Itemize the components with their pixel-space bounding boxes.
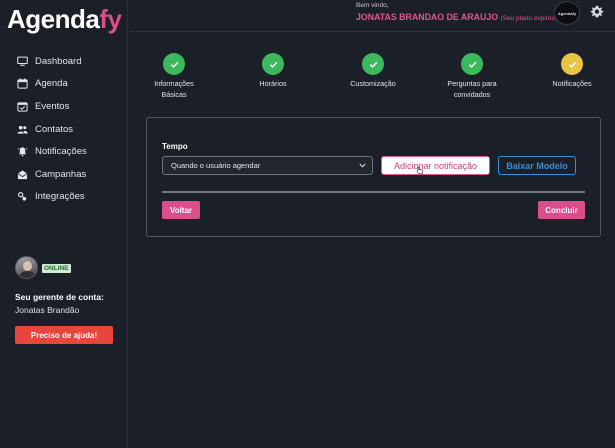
logo[interactable]: Agendafy — [7, 4, 122, 35]
step-label: Notificações — [552, 79, 592, 88]
help-button[interactable]: Preciso de ajuda! — [15, 326, 113, 344]
chevron-down-icon — [359, 163, 366, 168]
manager-title: Seu gerente de conta: — [15, 292, 104, 302]
sidebar-item-contatos[interactable]: Contatos — [0, 118, 128, 141]
tempo-select-value: Quando o usuário agendar — [171, 161, 261, 170]
step-done-indicator — [262, 53, 284, 75]
sidebar-item-label: Notificações — [35, 146, 87, 158]
brand-avatar[interactable]: Agendafy — [554, 1, 580, 25]
sidebar-item-dashboard[interactable]: Dashboard — [0, 50, 128, 73]
finish-button[interactable]: Concluir — [538, 201, 585, 219]
step-horarios[interactable]: Horários — [233, 53, 313, 89]
back-button[interactable]: Voltar — [162, 201, 200, 219]
download-model-button[interactable]: Baixar Modelo — [498, 156, 576, 175]
sidebar: Agendafy Dashboard Agenda Eventos Contat… — [0, 0, 128, 448]
sidebar-nav: Dashboard Agenda Eventos Contatos Notifi… — [0, 50, 128, 208]
step-label: Horários — [259, 79, 287, 88]
step-perguntas-para-convidados[interactable]: Perguntas para convidados — [432, 53, 512, 100]
sidebar-item-label: Contatos — [35, 123, 74, 135]
sidebar-item-campanhas[interactable]: Campanhas — [0, 163, 128, 186]
calendar-check-icon — [16, 100, 28, 112]
online-badge: ONLINE — [42, 264, 71, 273]
sidebar-item-label: Integrações — [35, 191, 85, 203]
sidebar-item-label: Agenda — [35, 78, 68, 90]
welcome-text: Bem vindo, — [356, 2, 389, 9]
monitor-icon — [16, 55, 28, 67]
people-icon — [16, 123, 28, 135]
logo-main-text: Agenda — [7, 4, 100, 34]
step-label: Customização — [350, 79, 396, 88]
divider — [162, 191, 585, 193]
sidebar-item-label: Dashboard — [35, 55, 82, 67]
step-customizacao[interactable]: Customização — [333, 53, 413, 89]
tempo-label: Tempo — [162, 142, 188, 151]
integration-icon — [16, 191, 28, 203]
wizard-stepper: Informações Básicas Horários Customizaçã… — [129, 53, 615, 103]
check-icon — [568, 61, 576, 68]
account-manager: ONLINE Seu gerente de conta: Jonatas Bra… — [15, 256, 120, 344]
step-notificacoes[interactable]: Notificações — [532, 53, 612, 89]
manager-avatar — [15, 256, 38, 279]
sidebar-item-integracoes[interactable]: Integrações — [0, 186, 128, 209]
step-done-indicator — [163, 53, 185, 75]
sidebar-item-label: Eventos — [35, 100, 70, 112]
brand-badge-text: Agendafy — [557, 10, 577, 16]
step-done-indicator — [362, 53, 384, 75]
step-label: Informações Básicas — [154, 79, 194, 99]
calendar-icon — [16, 78, 28, 90]
top-bar: Bem vindo, JONATAS BRANDAO DE ARAUJO (Se… — [129, 0, 615, 32]
plan-status[interactable]: (Seu plano expirou) — [501, 15, 558, 22]
sidebar-item-eventos[interactable]: Eventos — [0, 95, 128, 118]
notification-form-card: Tempo Quando o usuário agendar Adicionar… — [146, 117, 601, 237]
user-name-text: JONATAS BRANDAO DE ARAUJO — [356, 12, 499, 22]
sidebar-item-notificacoes[interactable]: Notificações — [0, 140, 128, 163]
user-name: JONATAS BRANDAO DE ARAUJO (Seu plano exp… — [356, 12, 557, 22]
check-icon — [170, 61, 178, 68]
step-label: Perguntas para convidados — [447, 79, 497, 99]
step-done-indicator — [461, 53, 483, 75]
hand-cursor-icon — [416, 166, 424, 174]
sidebar-item-label: Campanhas — [35, 168, 87, 180]
envelope-open-icon — [16, 168, 28, 180]
check-icon — [269, 61, 277, 68]
manager-name: Jonatas Brandão — [15, 305, 80, 315]
add-notification-button[interactable]: Adicionar notificação — [381, 156, 490, 175]
check-icon — [468, 61, 476, 68]
logo-accent-text: fy — [99, 4, 122, 34]
bell-icon — [16, 146, 28, 158]
check-icon — [369, 61, 377, 68]
step-active-indicator — [561, 53, 583, 75]
sidebar-item-agenda[interactable]: Agenda — [0, 73, 128, 96]
gear-icon[interactable] — [590, 5, 604, 19]
tempo-select[interactable]: Quando o usuário agendar — [162, 156, 373, 175]
step-informacoes-basicas[interactable]: Informações Básicas — [134, 53, 214, 100]
